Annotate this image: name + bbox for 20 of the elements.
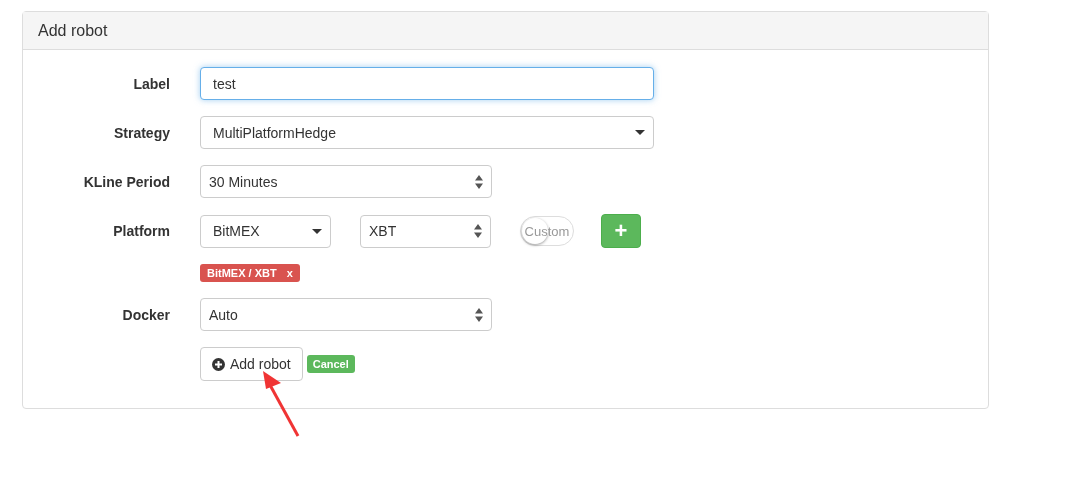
- dropdown[interactable]: BitMEX: [200, 214, 331, 248]
- remove-link[interactable]: x: [286, 267, 293, 279]
- select-field[interactable]: 30 Minutes: [200, 165, 492, 198]
- field-label: Platform: [112, 223, 170, 239]
- tag-text: BitMEX / XBT: [207, 267, 277, 279]
- caret-icon: [635, 130, 645, 135]
- spinner-arrows-icon: [475, 174, 483, 189]
- dropdown[interactable]: MultiPlatformHedge: [200, 116, 654, 149]
- text-field[interactable]: test: [200, 67, 654, 100]
- add-robot-button[interactable]: Add robot: [200, 347, 303, 381]
- field-label: Docker: [121, 306, 170, 323]
- field-label: Label: [132, 75, 170, 92]
- field-label: Strategy: [112, 124, 170, 141]
- panel-title: Add robot: [23, 12, 988, 50]
- select-field[interactable]: Auto: [200, 298, 492, 331]
- spinner-arrows-icon: [474, 224, 482, 238]
- spinner-arrows-icon: [475, 307, 483, 322]
- select-field[interactable]: XBT: [360, 214, 491, 248]
- caret-icon: [312, 228, 322, 234]
- field-label: KLine Period: [82, 173, 170, 190]
